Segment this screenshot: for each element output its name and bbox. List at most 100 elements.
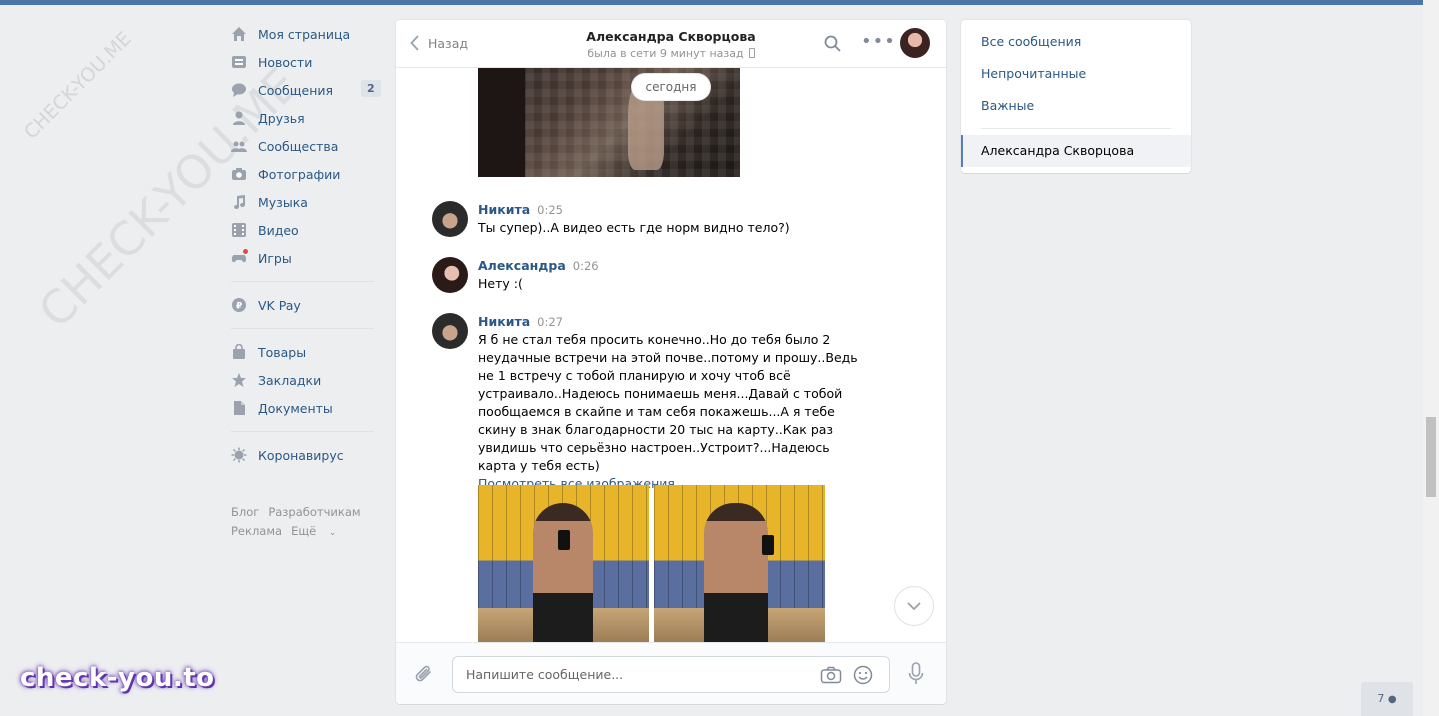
nav-divider <box>231 281 374 282</box>
home-icon <box>231 26 247 42</box>
nav-item-video[interactable]: Видео <box>228 216 378 244</box>
footer-dev-link[interactable]: Разработчикам <box>268 505 360 519</box>
message-time[interactable]: 0:25 <box>537 203 563 217</box>
nav-label: Коронавирус <box>258 447 344 463</box>
avatar[interactable] <box>432 257 468 293</box>
mobile-icon <box>748 48 755 58</box>
photo-attachment[interactable] <box>478 485 649 642</box>
nav-label: Видео <box>258 222 299 238</box>
virus-icon <box>231 447 247 463</box>
menu-important[interactable]: Важные <box>981 98 1034 113</box>
menu-divider <box>981 128 1171 129</box>
news-icon <box>231 54 247 70</box>
nav-item-games[interactable]: Игры <box>228 244 378 272</box>
nav-item-messages[interactable]: Сообщения 2 <box>228 76 381 104</box>
nav-item-documents[interactable]: Документы <box>228 394 378 422</box>
page-scrollbar[interactable] <box>1423 0 1439 716</box>
photo-content <box>762 535 774 555</box>
left-footer-links: Блог Разработчикам Реклама Ещё ⌄ <box>231 503 370 543</box>
document-icon <box>231 400 247 416</box>
menu-active-label: Александра Скворцова <box>981 143 1135 158</box>
nav-divider <box>231 328 374 329</box>
friends-online-button[interactable]: 7 ● <box>1361 682 1413 716</box>
message-time[interactable]: 0:26 <box>573 259 599 273</box>
video-icon <box>231 222 247 238</box>
nav-label: Закладки <box>258 372 322 388</box>
message-author[interactable]: Никита <box>478 314 530 329</box>
star-icon <box>231 372 247 388</box>
day-separator: сегодня <box>632 74 710 100</box>
microphone-icon[interactable] <box>908 662 924 689</box>
nav-item-friends[interactable]: Друзья <box>228 104 378 132</box>
peer-avatar[interactable] <box>900 28 930 58</box>
message-input-box[interactable] <box>452 656 890 693</box>
nav-label: Сообщества <box>258 138 339 154</box>
chevron-down-icon <box>907 602 921 610</box>
chevron-down-icon: ⌄ <box>328 528 337 538</box>
left-nav: Моя страница Новости Сообщения 2 Друзья … <box>228 20 381 469</box>
nav-item-music[interactable]: Музыка <box>228 188 378 216</box>
nav-item-vkpay[interactable]: ₽ VK Pay <box>228 291 378 319</box>
message-input[interactable] <box>466 657 806 692</box>
nav-divider <box>231 431 374 432</box>
message-history[interactable]: сегодня Никита 0:25 Ты супер)..А видео ес… <box>396 68 946 642</box>
nav-label: Музыка <box>258 194 308 210</box>
nav-label: Товары <box>258 344 307 360</box>
nav-item-my-page[interactable]: Моя страница <box>228 20 378 48</box>
nav-item-news[interactable]: Новости <box>228 48 378 76</box>
scroll-down-button[interactable] <box>894 586 934 626</box>
nav-label: Новости <box>258 54 313 70</box>
bag-icon <box>231 344 247 360</box>
avatar[interactable] <box>432 201 468 237</box>
nav-label: Игры <box>258 250 292 266</box>
messages-count-badge: 2 <box>361 80 381 97</box>
menu-active-conversation[interactable]: Александра Скворцова <box>961 135 1191 167</box>
nav-label: Фотографии <box>258 166 341 182</box>
games-notification-dot <box>243 249 248 254</box>
nav-item-market[interactable]: Товары <box>228 338 378 366</box>
camera-icon <box>231 166 247 182</box>
message-header: Никита 0:27 <box>478 314 563 329</box>
brand-watermark: check-you.to <box>20 663 215 693</box>
footer-ads-link[interactable]: Реклама <box>231 524 282 538</box>
message-text: Ты супер)..А видео есть где норм видно т… <box>478 220 790 235</box>
attach-icon[interactable] <box>414 663 434 688</box>
footer-more-label: Ещё <box>291 524 317 538</box>
music-icon <box>231 194 247 210</box>
nav-item-photos[interactable]: Фотографии <box>228 160 378 188</box>
camera-icon[interactable] <box>820 666 842 687</box>
chat-header: Назад Александра Скворцова была в сети 9… <box>396 20 946 68</box>
person-icon: ● <box>1387 694 1397 705</box>
message-composer <box>396 642 946 704</box>
nav-item-groups[interactable]: Сообщества <box>228 132 378 160</box>
message-author[interactable]: Никита <box>478 202 530 217</box>
photo-content <box>533 503 593 642</box>
messages-icon <box>231 82 247 98</box>
footer-more-link[interactable]: Ещё ⌄ <box>291 524 345 538</box>
photo-content <box>704 503 768 642</box>
nav-label: Сообщения <box>258 82 334 98</box>
emoji-icon[interactable] <box>853 665 873 688</box>
message-text: Нету :( <box>478 276 523 291</box>
more-icon[interactable]: ••• <box>861 33 896 51</box>
message-author[interactable]: Александра <box>478 258 566 273</box>
message-time[interactable]: 0:27 <box>537 315 563 329</box>
menu-unread[interactable]: Непрочитанные <box>981 66 1086 81</box>
photo-attachment[interactable] <box>654 485 825 642</box>
watermark-small: CHECK-YOU.ME <box>20 27 136 144</box>
search-icon[interactable] <box>824 35 841 55</box>
nav-label: Моя страница <box>258 26 351 42</box>
menu-all-messages[interactable]: Все сообщения <box>981 34 1081 49</box>
scrollbar-thumb[interactable] <box>1426 417 1436 497</box>
message-text: Я б не стал тебя просить конечно..Но до … <box>478 331 860 493</box>
nav-item-bookmarks[interactable]: Закладки <box>228 366 378 394</box>
footer-blog-link[interactable]: Блог <box>231 505 259 519</box>
chat-panel: Назад Александра Скворцова была в сети 9… <box>396 20 946 704</box>
friends-online-count: 7 <box>1377 692 1385 705</box>
nav-item-coronavirus[interactable]: Коронавирус <box>228 441 378 469</box>
nav-label: Документы <box>258 400 333 416</box>
groups-icon <box>231 138 247 154</box>
message-header: Никита 0:25 <box>478 202 563 217</box>
avatar[interactable] <box>432 313 468 349</box>
photo-content <box>558 530 570 550</box>
